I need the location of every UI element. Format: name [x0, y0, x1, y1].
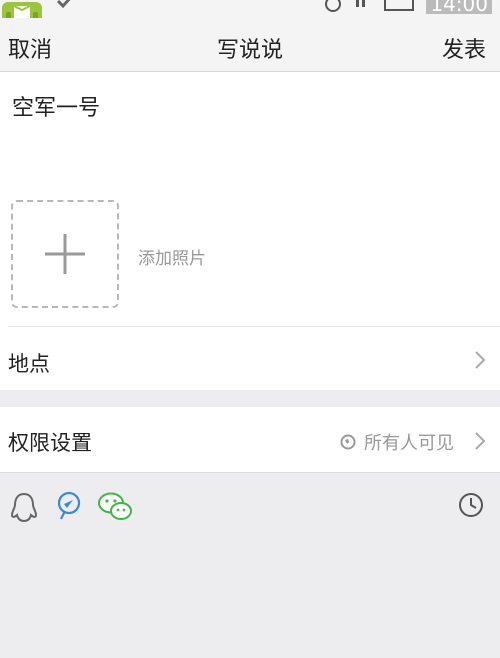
cancel-button[interactable]: 取消 — [8, 32, 52, 64]
permission-row[interactable]: 权限设置 所有人可见 — [0, 407, 500, 472]
clock-icon[interactable] — [457, 491, 485, 519]
plus-icon — [45, 234, 85, 274]
add-photo-label: 添加照片 — [138, 249, 206, 269]
alarm-icon — [325, 0, 342, 12]
compose-panel: 空军一号 添加照片 地点 — [0, 72, 500, 390]
qq-icon[interactable] — [9, 491, 39, 525]
qzone-icon[interactable] — [55, 491, 83, 521]
permission-value: 所有人可见 — [340, 429, 454, 455]
permission-value-text: 所有人可见 — [364, 433, 454, 454]
check-icon — [56, 0, 71, 9]
chevron-right-icon — [475, 432, 486, 450]
top-bar: 取消 写说说 发表 — [0, 18, 500, 72]
post-button[interactable]: 发表 — [442, 32, 486, 64]
permission-label: 权限设置 — [8, 431, 92, 455]
status-bar: 14:00 — [0, 0, 500, 28]
share-bar — [0, 472, 500, 543]
location-row[interactable]: 地点 — [0, 328, 500, 390]
globe-icon — [340, 434, 356, 450]
divider — [8, 326, 500, 327]
battery-icon — [384, 0, 415, 11]
wechat-icon[interactable] — [97, 491, 133, 523]
location-label: 地点 — [8, 352, 50, 376]
signal-icon — [356, 0, 366, 7]
add-photo-button[interactable] — [11, 200, 119, 308]
page-title: 写说说 — [216, 38, 283, 63]
chevron-right-icon — [475, 351, 486, 369]
compose-text-input[interactable]: 空军一号 — [12, 90, 100, 122]
status-time: 14:00 — [426, 0, 492, 14]
